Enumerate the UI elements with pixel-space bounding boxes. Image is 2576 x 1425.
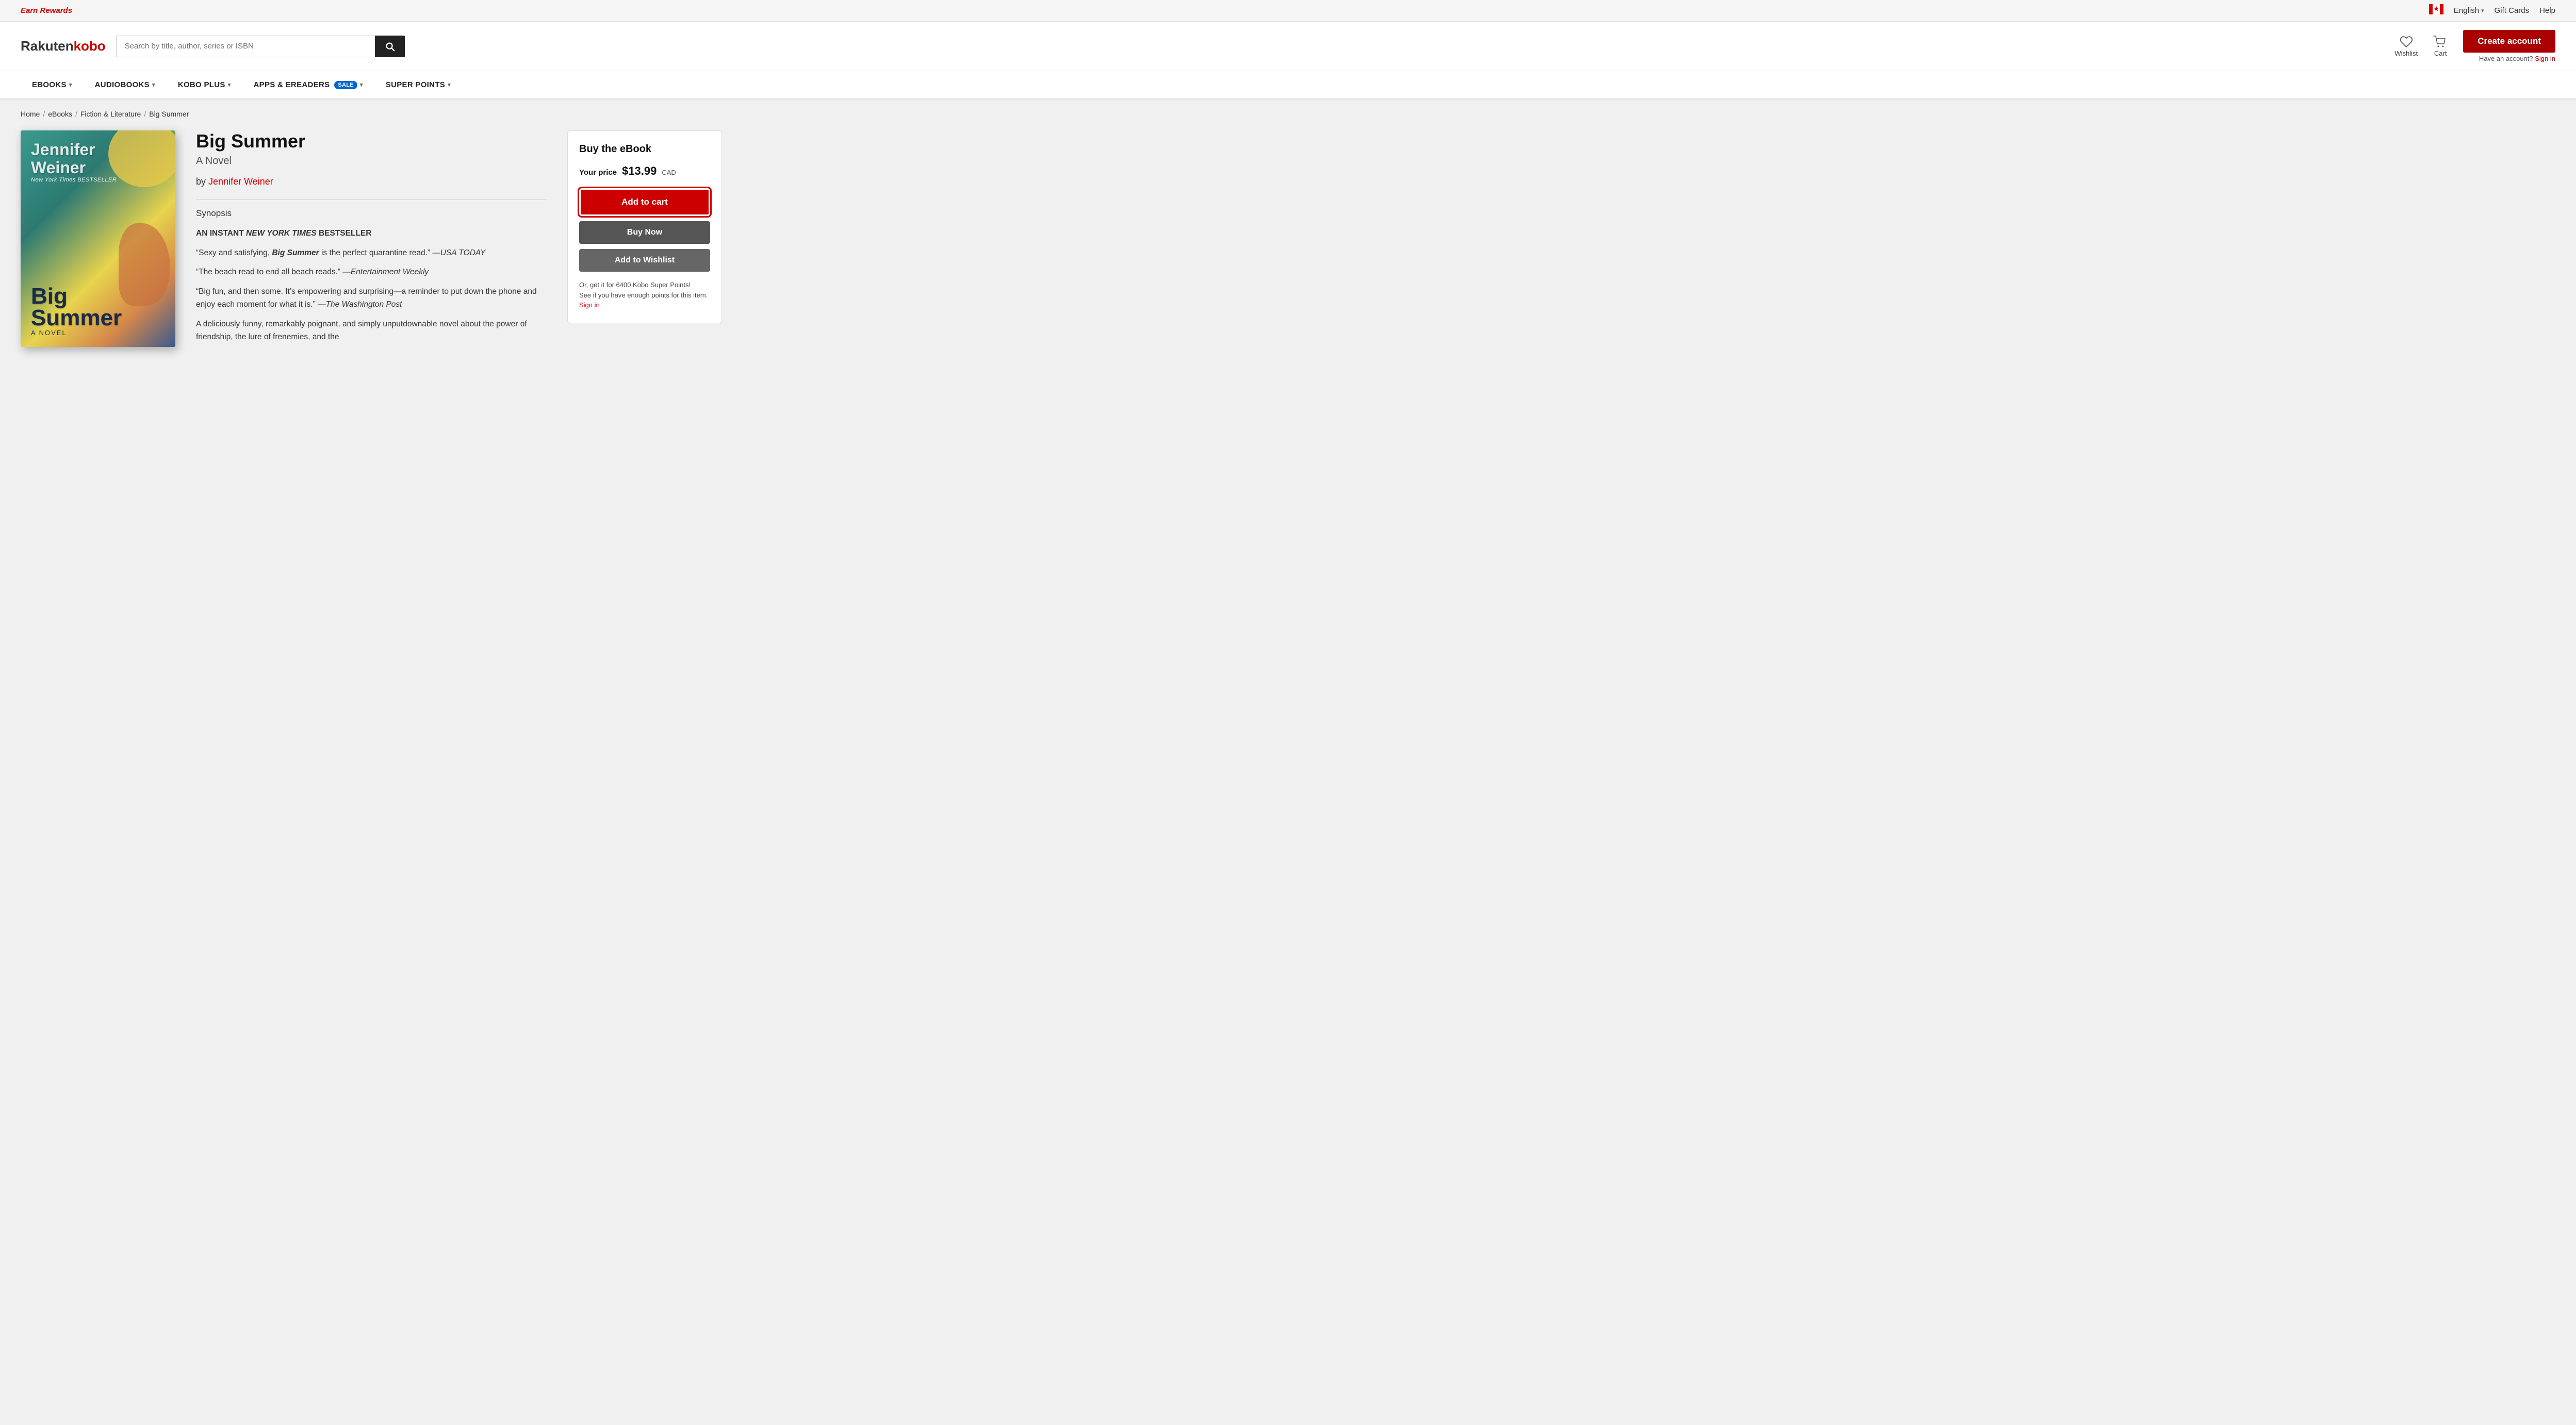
help-link[interactable]: Help bbox=[2539, 6, 2555, 15]
ebooks-chevron-icon: ▾ bbox=[69, 81, 72, 88]
cover-bestseller-text: New York Times BESTSELLER bbox=[31, 177, 165, 183]
cover-title: BigSummer bbox=[31, 286, 165, 329]
product-layout: JenniferWeiner New York Times BESTSELLER… bbox=[21, 130, 2555, 350]
have-account-text: Have an account? bbox=[2479, 55, 2533, 62]
price-label: Your price bbox=[579, 168, 617, 177]
price-row: Your price $13.99 CAD bbox=[579, 164, 710, 178]
breadcrumb-sep-3: / bbox=[144, 110, 146, 118]
book-author: by Jennifer Weiner bbox=[196, 176, 547, 187]
book-info: Big Summer A Novel by Jennifer Weiner Sy… bbox=[196, 130, 547, 350]
add-to-wishlist-button[interactable]: Add to Wishlist bbox=[579, 249, 710, 272]
breadcrumb-fiction[interactable]: Fiction & Literature bbox=[80, 110, 141, 118]
sale-badge: SALE bbox=[334, 81, 357, 89]
superpoints-chevron-icon: ▾ bbox=[448, 81, 451, 88]
wishlist-button[interactable]: Wishlist bbox=[2394, 35, 2418, 57]
nav-label-ebooks: eBOOKS bbox=[32, 80, 67, 89]
breadcrumb: Home / eBooks / Fiction & Literature / B… bbox=[21, 110, 2555, 118]
wishlist-label: Wishlist bbox=[2394, 49, 2418, 57]
book-cover-image: JenniferWeiner New York Times BESTSELLER… bbox=[21, 130, 175, 347]
nav-item-koboplus[interactable]: KOBO PLUS ▾ bbox=[167, 71, 242, 98]
content-area: Home / eBooks / Fiction & Literature / B… bbox=[0, 100, 2576, 409]
buy-now-button[interactable]: Buy Now bbox=[579, 221, 710, 244]
flag-icon bbox=[2429, 4, 2443, 17]
book-title: Big Summer bbox=[196, 130, 547, 152]
language-selector[interactable]: English ▾ bbox=[2454, 6, 2484, 15]
nav-item-audiobooks[interactable]: AUDIOBOOKS ▾ bbox=[84, 71, 167, 98]
breadcrumb-ebooks[interactable]: eBooks bbox=[48, 110, 72, 118]
synopsis-p1: AN INSTANT NEW YORK TIMES BESTSELLER bbox=[196, 227, 547, 240]
super-points-line1: Or, get it for 6400 Kobo Super Points! bbox=[579, 280, 710, 290]
cover-author-name: JenniferWeiner bbox=[31, 141, 165, 177]
nav-item-ebooks[interactable]: eBOOKS ▾ bbox=[21, 71, 84, 98]
nav-label-audiobooks: AUDIOBOOKS bbox=[95, 80, 150, 89]
synopsis-p3: “The beach read to end all beach reads.”… bbox=[196, 266, 547, 279]
heart-icon bbox=[2400, 35, 2413, 48]
koboplus-chevron-icon: ▾ bbox=[228, 81, 231, 88]
breadcrumb-sep-2: / bbox=[75, 110, 77, 118]
audiobooks-chevron-icon: ▾ bbox=[152, 81, 155, 88]
sign-in-link[interactable]: Sign in bbox=[2535, 55, 2555, 62]
logo-kobo: kobo bbox=[74, 38, 106, 54]
breadcrumb-home[interactable]: Home bbox=[21, 110, 40, 118]
nav-label-apps: APPS & eREADERS bbox=[254, 80, 330, 89]
earn-rewards-link[interactable]: Earn Rewards bbox=[21, 6, 72, 15]
super-points-line2-text: See if you have enough points for this i… bbox=[579, 291, 708, 299]
buy-panel-title: Buy the eBook bbox=[579, 143, 710, 155]
author-link[interactable]: Jennifer Weiner bbox=[208, 176, 273, 187]
nav-label-koboplus: KOBO PLUS bbox=[178, 80, 225, 89]
cart-icon bbox=[2433, 35, 2448, 48]
synopsis-label: Synopsis bbox=[196, 208, 547, 219]
nav-label-superpoints: SUPER POINTS bbox=[386, 80, 445, 89]
cart-label: Cart bbox=[2434, 49, 2447, 57]
search-bar bbox=[116, 36, 405, 57]
create-account-button[interactable]: Create account bbox=[2463, 30, 2555, 53]
super-points-line2: See if you have enough points for this i… bbox=[579, 290, 710, 310]
super-points-signin-link[interactable]: Sign in bbox=[579, 301, 600, 309]
price-currency: CAD bbox=[662, 169, 676, 176]
logo[interactable]: Rakutenkobo bbox=[21, 38, 106, 54]
header-right: Wishlist Cart Create account Have an acc… bbox=[2394, 30, 2555, 62]
nav-item-apps[interactable]: APPS & eREADERS SALE ▾ bbox=[242, 71, 374, 98]
book-subtitle: A Novel bbox=[196, 155, 547, 167]
synopsis-p5: A deliciously funny, remarkably poignant… bbox=[196, 318, 547, 344]
sign-in-area: Have an account? Sign in bbox=[2479, 55, 2555, 62]
main-nav: eBOOKS ▾ AUDIOBOOKS ▾ KOBO PLUS ▾ APPS &… bbox=[0, 71, 2576, 100]
gift-cards-link[interactable]: Gift Cards bbox=[2495, 6, 2530, 15]
logo-rakuten: Rakuten bbox=[21, 38, 74, 54]
cart-button[interactable]: Cart bbox=[2433, 35, 2448, 57]
create-account-wrap: Create account Have an account? Sign in bbox=[2463, 30, 2555, 62]
top-bar-right: English ▾ Gift Cards Help bbox=[2429, 4, 2555, 17]
breadcrumb-current: Big Summer bbox=[149, 110, 189, 118]
buy-panel: Buy the eBook Your price $13.99 CAD Add … bbox=[567, 130, 722, 323]
top-bar: Earn Rewards English ▾ Gift Cards Help bbox=[0, 0, 2576, 22]
language-chevron-icon: ▾ bbox=[2481, 7, 2484, 14]
search-icon bbox=[384, 41, 396, 52]
language-label: English bbox=[2454, 6, 2479, 15]
apps-chevron-icon: ▾ bbox=[360, 81, 363, 88]
price-value: $13.99 bbox=[622, 164, 657, 178]
synopsis-p2: “Sexy and satisfying, Big Summer is the … bbox=[196, 246, 547, 260]
author-prefix: by bbox=[196, 176, 206, 187]
nav-item-superpoints[interactable]: SUPER POINTS ▾ bbox=[374, 71, 462, 98]
book-cover: JenniferWeiner New York Times BESTSELLER… bbox=[21, 130, 175, 347]
add-to-cart-button[interactable]: Add to cart bbox=[579, 188, 710, 216]
super-points-text: Or, get it for 6400 Kobo Super Points! S… bbox=[579, 280, 710, 310]
breadcrumb-sep-1: / bbox=[43, 110, 45, 118]
search-input[interactable] bbox=[116, 36, 375, 57]
synopsis-p4: “Big fun, and then some. It’s empowering… bbox=[196, 285, 547, 311]
synopsis-text: AN INSTANT NEW YORK TIMES BESTSELLER “Se… bbox=[196, 227, 547, 344]
header: Rakutenkobo Wishlist Cart Create accoun bbox=[0, 22, 2576, 71]
search-button[interactable] bbox=[375, 36, 405, 57]
